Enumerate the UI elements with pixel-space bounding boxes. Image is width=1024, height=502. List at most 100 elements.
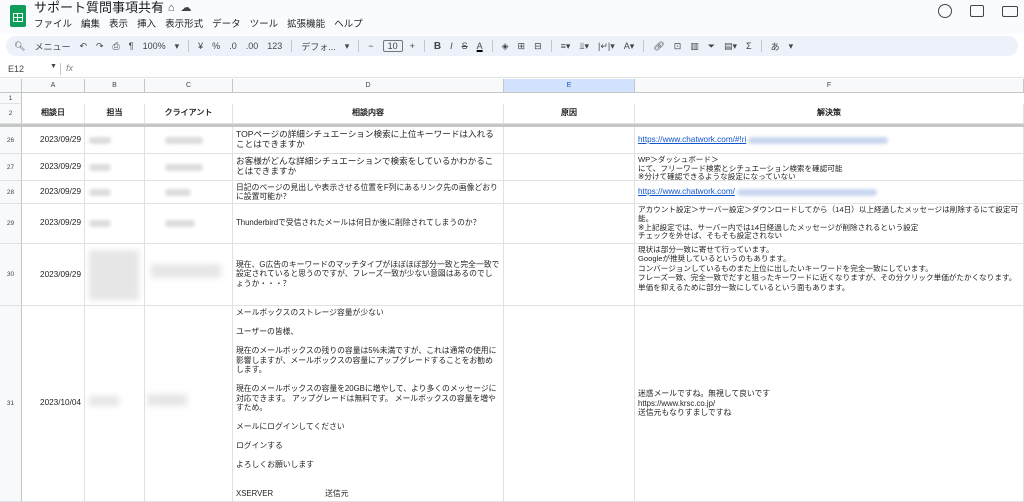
cell-client-redacted[interactable]: [145, 306, 233, 502]
vertical-align-icon[interactable]: ⫫▾: [579, 41, 589, 52]
column-header-f[interactable]: F: [635, 79, 1024, 93]
row-header-26[interactable]: 26: [0, 127, 22, 154]
solution-link[interactable]: https://www.chatwork.com/#!ri: [638, 135, 746, 145]
menu-edit[interactable]: 編集: [81, 16, 100, 30]
move-folder-icon[interactable]: ⌂: [168, 2, 181, 14]
comments-icon[interactable]: [970, 5, 984, 17]
horizontal-align-icon[interactable]: ≡▾: [561, 41, 571, 52]
menu-extensions[interactable]: 拡張機能: [287, 16, 325, 30]
star-icon[interactable]: ☆: [152, 2, 168, 14]
menu-insert[interactable]: 挿入: [137, 16, 156, 30]
select-all-corner[interactable]: [0, 79, 22, 93]
column-header-d[interactable]: D: [233, 79, 504, 93]
menu-search[interactable]: メニュー: [34, 40, 70, 53]
menu-help[interactable]: ヘルプ: [334, 16, 363, 30]
search-icon[interactable]: 🔍︎: [14, 41, 25, 52]
cell-owner-redacted[interactable]: [85, 244, 145, 306]
menu-format[interactable]: 表示形式: [165, 16, 203, 30]
cell-solution[interactable]: 迷惑メールですね。無視して良いです https://www.krsc.co.jp…: [635, 306, 1024, 502]
cell-content[interactable]: 現在、G広告のキーワードのマッチタイプがほぼほぼ部分一致と完全一致で設定されてい…: [233, 244, 504, 306]
increase-decimal-button[interactable]: .00: [246, 41, 259, 51]
cell-content[interactable]: お客様がどんな詳細シチュエーションで検索をしているかわかることはできますか: [233, 154, 504, 181]
header-cause[interactable]: 原因: [504, 104, 635, 124]
input-tools-chevron-down-icon[interactable]: ▾: [789, 41, 794, 52]
cell-owner-redacted[interactable]: [85, 154, 145, 181]
cell-cause[interactable]: [504, 127, 635, 154]
insert-chart-icon[interactable]: ▥: [690, 41, 699, 52]
menu-tools[interactable]: ツール: [250, 16, 279, 30]
row-header-27[interactable]: 27: [0, 154, 22, 181]
percent-format-button[interactable]: %: [212, 41, 220, 51]
fill-color-icon[interactable]: ◈: [502, 41, 509, 52]
number-format-button[interactable]: 123: [267, 41, 282, 51]
merge-cells-icon[interactable]: ⊟: [534, 41, 542, 52]
zoom-chevron-down-icon[interactable]: ▾: [175, 41, 180, 52]
currency-format-button[interactable]: ¥: [198, 41, 203, 51]
cell-client-redacted[interactable]: [145, 244, 233, 306]
header-content[interactable]: 相談内容: [233, 104, 504, 124]
cell-cause[interactable]: [504, 181, 635, 204]
functions-icon[interactable]: Σ: [746, 41, 752, 51]
cell-date[interactable]: 2023/09/29: [22, 127, 85, 154]
text-rotate-icon[interactable]: A▾: [624, 41, 635, 52]
cell-owner-redacted[interactable]: [85, 127, 145, 154]
cell-content[interactable]: TOPページの詳細シチュエーション検索に上位キーワードは入れることはできますか: [233, 127, 504, 154]
font-chevron-down-icon[interactable]: ▾: [345, 41, 350, 52]
cell-date[interactable]: 2023/09/29: [22, 181, 85, 204]
row-header-28[interactable]: 28: [0, 181, 22, 204]
input-tools-button[interactable]: あ: [771, 40, 780, 53]
decrease-decimal-button[interactable]: .0: [229, 41, 237, 51]
row-header-29[interactable]: 29: [0, 204, 22, 244]
font-size-increase-button[interactable]: +: [410, 41, 415, 51]
column-header-e[interactable]: E: [504, 79, 635, 93]
font-select[interactable]: デフォ...: [301, 40, 336, 53]
cell-cause[interactable]: [504, 204, 635, 244]
column-header-b[interactable]: B: [85, 79, 145, 93]
cell-owner-redacted[interactable]: [85, 306, 145, 502]
paint-format-icon[interactable]: ¶: [129, 41, 134, 51]
insert-comment-icon[interactable]: ⊡: [674, 41, 682, 52]
sheets-logo-icon[interactable]: [10, 5, 26, 27]
font-size-input[interactable]: 10: [382, 40, 403, 52]
cell-owner-redacted[interactable]: [85, 204, 145, 244]
zoom-select[interactable]: 100%: [143, 41, 166, 51]
row-header-2[interactable]: 2: [0, 104, 22, 124]
meet-icon[interactable]: [1002, 5, 1018, 17]
cell-client-redacted[interactable]: [145, 154, 233, 181]
history-icon[interactable]: [938, 4, 952, 18]
header-date[interactable]: 相談日: [22, 104, 85, 124]
row-header-30[interactable]: 30: [0, 244, 22, 306]
header-client[interactable]: クライアント: [145, 104, 233, 124]
borders-icon[interactable]: ⊞: [518, 41, 526, 52]
print-icon[interactable]: ⎙: [113, 41, 120, 52]
header-owner[interactable]: 担当: [85, 104, 145, 124]
column-header-c[interactable]: C: [145, 79, 233, 93]
menu-file[interactable]: ファイル: [34, 16, 72, 30]
menu-view[interactable]: 表示: [109, 16, 128, 30]
name-box-chevron-down-icon[interactable]: ▼: [50, 63, 57, 70]
cell-client-redacted[interactable]: [145, 204, 233, 244]
row-header-31[interactable]: 31: [0, 306, 22, 502]
cell-date[interactable]: 2023/09/29: [22, 154, 85, 181]
cloud-status-icon[interactable]: ☁: [181, 2, 198, 14]
cell-solution[interactable]: https://www.chatwork.com/: [635, 181, 1024, 204]
cell-content[interactable]: Thunderbirdで受信されたメールは何日か後に削除されてしまうのか？: [233, 204, 504, 244]
cell-solution[interactable]: WP＞ダッシュボード＞ にて、フリーワード検索とシチュエーション検索を確認可能 …: [635, 154, 1024, 181]
solution-link[interactable]: https://www.chatwork.com/: [638, 187, 735, 197]
cell-date[interactable]: 2023/09/29: [22, 204, 85, 244]
header-solution[interactable]: 解決策: [635, 104, 1024, 124]
cell-solution[interactable]: 現状は部分一致に寄せて行っています。 Googleが推奨しているというのもありま…: [635, 244, 1024, 306]
redo-icon[interactable]: ↷: [96, 41, 104, 52]
cell-client-redacted[interactable]: [145, 181, 233, 204]
cell-cause[interactable]: [504, 154, 635, 181]
strikethrough-button[interactable]: S: [462, 41, 468, 51]
font-size-decrease-button[interactable]: −: [368, 41, 373, 51]
cell-cause[interactable]: [504, 306, 635, 502]
cell-content[interactable]: メールボックスのストレージ容量が少ない ユーザーの皆様、 現在のメールボックスの…: [233, 306, 504, 502]
cell-date[interactable]: 2023/10/04: [22, 306, 85, 502]
menu-data[interactable]: データ: [212, 16, 241, 30]
name-box[interactable]: E12: [8, 64, 24, 74]
text-color-icon[interactable]: A: [477, 41, 483, 51]
column-header-a[interactable]: A: [22, 79, 85, 93]
cell-solution[interactable]: https://www.chatwork.com/#!ri: [635, 127, 1024, 154]
